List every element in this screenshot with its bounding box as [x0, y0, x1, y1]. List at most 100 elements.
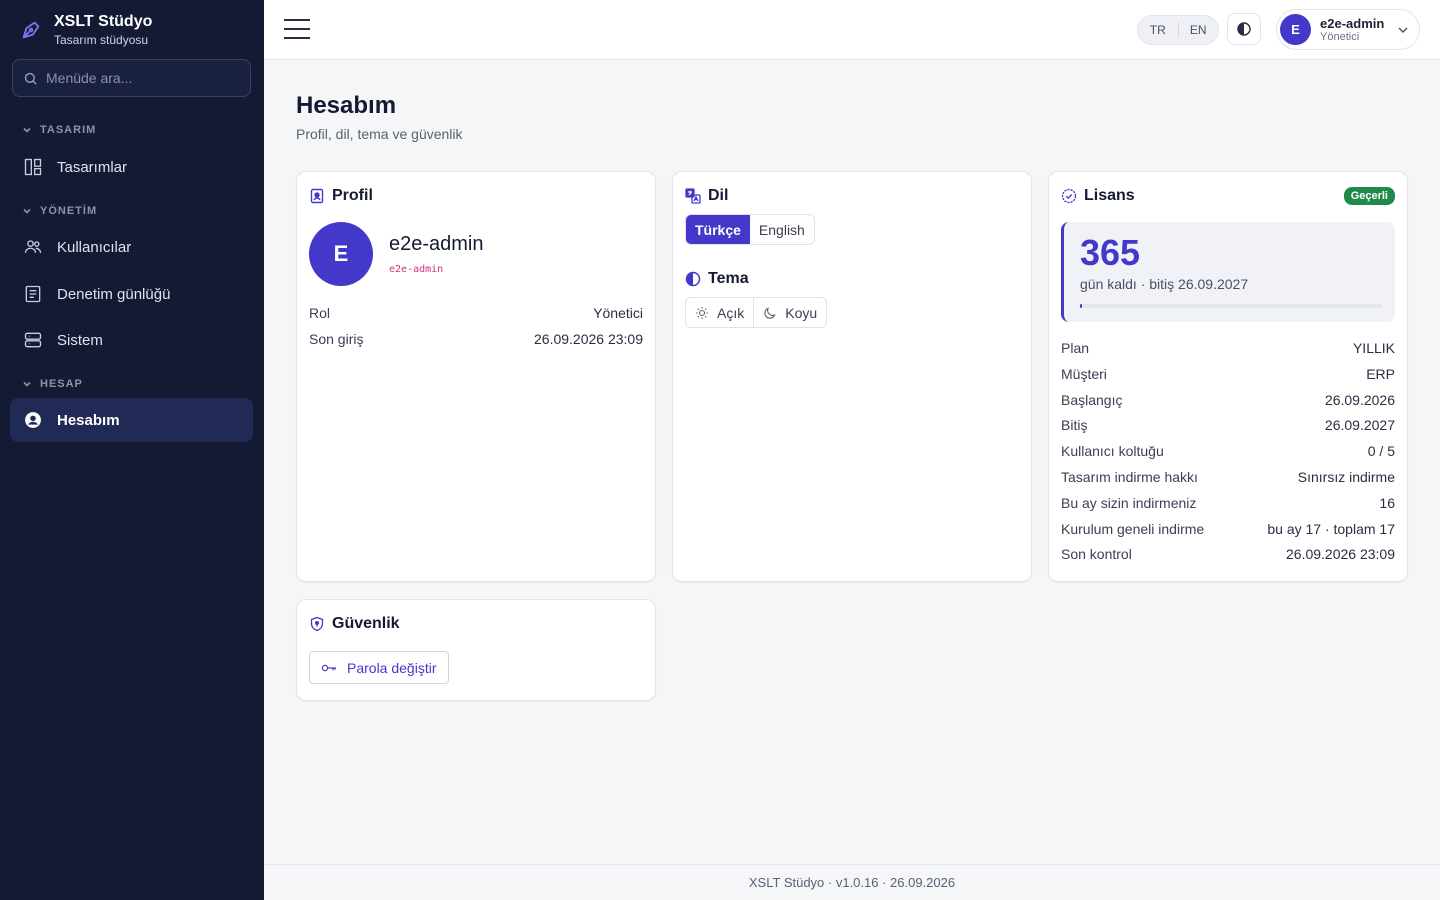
row-key: Tasarım indirme hakkı	[1061, 469, 1198, 485]
section-tasarim[interactable]: TASARIM	[22, 124, 96, 136]
card-title: Güvenlik	[309, 615, 400, 633]
avatar: E	[1280, 14, 1311, 45]
row-key: Kurulum geneli indirme	[1061, 520, 1205, 537]
row-value: 26.09.2026 23:09	[534, 331, 643, 347]
section-yonetim[interactable]: YÖNETİM	[22, 205, 97, 217]
theme-option-label: Koyu	[785, 304, 818, 321]
license-card: Lisans Geçerli 365 gün kaldı · bitiş 26.…	[1048, 171, 1408, 582]
theme-title: Tema	[685, 270, 749, 288]
license-row: Kurulum geneli indirme bu ay 17 · toplam …	[1061, 521, 1395, 537]
chevron-down-icon	[23, 208, 31, 214]
row-value: bu ay 17 · toplam 17	[1267, 520, 1395, 537]
row-key: Son kontrol	[1061, 546, 1132, 563]
sidebar-item-label: Kullanıcılar	[57, 238, 132, 256]
lang-tr-button[interactable]: TR	[1138, 23, 1178, 37]
section-title: YÖNETİM	[40, 205, 98, 217]
brand[interactable]: XSLT Stüdyo Tasarım stüdyosu	[20, 12, 152, 48]
section-hesap[interactable]: HESAP	[22, 378, 83, 390]
license-row: Bitiş 26.09.2027	[1061, 417, 1395, 433]
language-option-english[interactable]: English	[750, 215, 814, 244]
row-key: Plan	[1061, 340, 1090, 356]
theme-option-dark[interactable]: Koyu	[754, 298, 826, 327]
brand-subtitle: Tasarım stüdyosu	[54, 33, 149, 47]
license-row: Tasarım indirme hakkı Sınırsız indirme	[1061, 469, 1395, 485]
row-value: ERP	[1366, 365, 1395, 382]
chevron-down-icon	[23, 127, 31, 133]
menu-search[interactable]	[12, 59, 251, 97]
page-subtitle: Profil, dil, tema ve güvenlik	[296, 126, 463, 142]
row-key: Başlangıç	[1061, 391, 1123, 408]
row-key: Bu ay sizin indirmeniz	[1061, 494, 1197, 511]
theme-option-light[interactable]: Açık	[686, 298, 753, 327]
security-card: Güvenlik Parola değiştir	[296, 599, 656, 701]
row-key: Son giriş	[309, 331, 364, 347]
server-icon	[24, 332, 42, 348]
row-value: YILLIK	[1352, 340, 1395, 356]
language-switch[interactable]: TR EN	[1137, 15, 1219, 45]
user-role: Yönetici	[1320, 30, 1360, 43]
lang-en-button[interactable]: EN	[1179, 23, 1219, 37]
button-label: Parola değiştir	[347, 659, 437, 676]
row-value: 16	[1379, 494, 1395, 511]
sidebar-item-label: Hesabım	[57, 411, 120, 429]
card-title: Profil	[309, 187, 373, 205]
profile-row: Son giriş 26.09.2026 23:09	[309, 331, 643, 347]
card-title-text: Profil	[332, 187, 373, 204]
row-value: 0 / 5	[1367, 443, 1395, 460]
sidebar-item-denetim-gunlugu[interactable]: Denetim günlüğü	[10, 272, 253, 316]
license-remaining: 365 gün kaldı · bitiş 26.09.2027	[1061, 222, 1395, 322]
log-icon	[25, 285, 41, 303]
row-value: Yönetici	[593, 305, 643, 321]
sidebar-item-label: Denetim günlüğü	[57, 285, 171, 303]
license-row: Plan YILLIK	[1061, 340, 1395, 356]
user-menu-button[interactable]: E e2e-admin Yönetici	[1276, 9, 1420, 50]
days-remaining: 365	[1080, 232, 1141, 273]
key-icon	[321, 664, 336, 671]
sidebar-item-tasarimlar[interactable]: Tasarımlar	[10, 145, 253, 189]
change-password-button[interactable]: Parola değiştir	[309, 651, 449, 684]
card-title-text: Lisans	[1084, 187, 1135, 204]
hamburger-menu-icon[interactable]	[284, 18, 310, 40]
license-row: Başlangıç 26.09.2026	[1061, 392, 1395, 408]
license-row: Bu ay sizin indirmeniz 16	[1061, 495, 1395, 511]
card-title-text: Tema	[708, 270, 749, 287]
section-title: HESAP	[40, 378, 83, 390]
avatar: E	[309, 222, 373, 286]
topbar: TR EN E e2e-admin Yönetici	[264, 0, 1440, 60]
row-key: Müşteri	[1061, 365, 1107, 382]
footer: XSLT Stüdyo · v1.0.16 · 26.09.2026	[264, 864, 1440, 900]
sidebar-item-label: Tasarımlar	[57, 158, 128, 176]
translate-icon	[685, 188, 701, 204]
section-title: TASARIM	[40, 124, 97, 136]
chevron-down-icon	[23, 381, 31, 387]
theme-selector[interactable]: Açık Koyu	[685, 297, 828, 328]
sidebar-item-sistem[interactable]: Sistem	[10, 318, 253, 362]
card-title-text: Güvenlik	[332, 615, 400, 632]
user-circle-icon	[25, 412, 41, 428]
sidebar-item-label: Sistem	[57, 331, 103, 349]
search-icon	[24, 72, 37, 85]
moon-icon	[764, 307, 776, 319]
theme-toggle-button[interactable]	[1227, 13, 1261, 45]
language-selector[interactable]: Türkçe English	[685, 214, 815, 245]
user-name: e2e-admin	[1320, 15, 1385, 31]
row-value: 26.09.2026	[1324, 391, 1395, 408]
profile-handle: e2e-admin	[389, 264, 444, 275]
card-title: Lisans	[1061, 187, 1135, 205]
menu-search-input[interactable]	[46, 70, 236, 86]
row-value: 26.09.2027	[1324, 417, 1395, 434]
sidebar-item-kullanicilar[interactable]: Kullanıcılar	[10, 225, 253, 269]
row-key: Kullanıcı koltuğu	[1061, 443, 1164, 460]
sidebar-item-hesabim[interactable]: Hesabım	[10, 398, 253, 442]
license-progress-fill	[1080, 304, 1082, 308]
row-key: Rol	[309, 305, 331, 321]
check-badge-icon	[1061, 188, 1077, 204]
users-icon	[24, 240, 42, 253]
profile-row: Rol Yönetici	[309, 305, 643, 321]
license-row: Son kontrol 26.09.2026 23:09	[1061, 546, 1395, 562]
language-option-turkce[interactable]: Türkçe	[686, 215, 750, 244]
page-title: Hesabım	[296, 92, 397, 119]
pen-nib-icon	[22, 21, 40, 39]
theme-option-label: Açık	[717, 304, 745, 321]
days-remaining-caption: gün kaldı · bitiş 26.09.2027	[1080, 276, 1249, 292]
